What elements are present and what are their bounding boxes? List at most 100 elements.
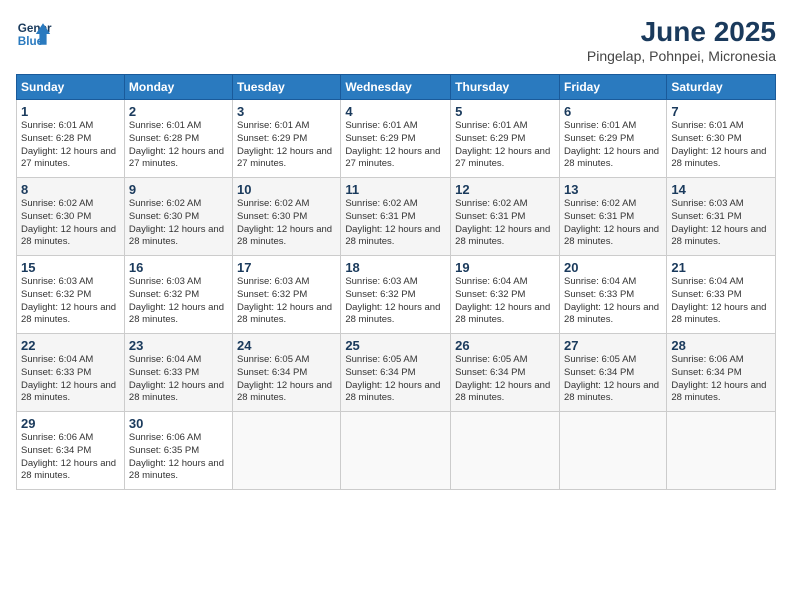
calendar-cell: 6Sunrise: 6:01 AM Sunset: 6:29 PM Daylig… <box>559 100 666 178</box>
header-wednesday: Wednesday <box>341 75 451 100</box>
day-number: 3 <box>237 104 336 119</box>
day-number: 16 <box>129 260 228 275</box>
day-number: 17 <box>237 260 336 275</box>
calendar-cell: 26Sunrise: 6:05 AM Sunset: 6:34 PM Dayli… <box>451 334 560 412</box>
day-info: Sunrise: 6:04 AM Sunset: 6:33 PM Dayligh… <box>129 354 228 405</box>
day-info: Sunrise: 6:01 AM Sunset: 6:29 PM Dayligh… <box>564 120 662 171</box>
day-number: 5 <box>455 104 555 119</box>
logo-icon: General Blue <box>16 16 52 52</box>
day-number: 24 <box>237 338 336 353</box>
day-info: Sunrise: 6:02 AM Sunset: 6:30 PM Dayligh… <box>21 198 120 249</box>
calendar-cell: 21Sunrise: 6:04 AM Sunset: 6:33 PM Dayli… <box>667 256 776 334</box>
calendar-cell: 30Sunrise: 6:06 AM Sunset: 6:35 PM Dayli… <box>124 412 232 490</box>
day-number: 20 <box>564 260 662 275</box>
day-info: Sunrise: 6:05 AM Sunset: 6:34 PM Dayligh… <box>564 354 662 405</box>
week-row-2: 8Sunrise: 6:02 AM Sunset: 6:30 PM Daylig… <box>17 178 776 256</box>
day-info: Sunrise: 6:02 AM Sunset: 6:31 PM Dayligh… <box>564 198 662 249</box>
calendar-cell: 3Sunrise: 6:01 AM Sunset: 6:29 PM Daylig… <box>233 100 341 178</box>
calendar-cell: 19Sunrise: 6:04 AM Sunset: 6:32 PM Dayli… <box>451 256 560 334</box>
week-row-1: 1Sunrise: 6:01 AM Sunset: 6:28 PM Daylig… <box>17 100 776 178</box>
day-info: Sunrise: 6:02 AM Sunset: 6:31 PM Dayligh… <box>455 198 555 249</box>
calendar-cell: 11Sunrise: 6:02 AM Sunset: 6:31 PM Dayli… <box>341 178 451 256</box>
day-number: 11 <box>345 182 446 197</box>
day-info: Sunrise: 6:03 AM Sunset: 6:32 PM Dayligh… <box>129 276 228 327</box>
calendar-cell: 17Sunrise: 6:03 AM Sunset: 6:32 PM Dayli… <box>233 256 341 334</box>
day-info: Sunrise: 6:01 AM Sunset: 6:29 PM Dayligh… <box>455 120 555 171</box>
day-number: 8 <box>21 182 120 197</box>
calendar-cell: 2Sunrise: 6:01 AM Sunset: 6:28 PM Daylig… <box>124 100 232 178</box>
day-number: 21 <box>671 260 771 275</box>
calendar-cell: 14Sunrise: 6:03 AM Sunset: 6:31 PM Dayli… <box>667 178 776 256</box>
day-number: 13 <box>564 182 662 197</box>
week-row-4: 22 Sunrise: 6:04 AM Sunset: 6:33 PM Dayli… <box>17 334 776 412</box>
day-number: 1 <box>21 104 120 119</box>
calendar-cell: 25Sunrise: 6:05 AM Sunset: 6:34 PM Dayli… <box>341 334 451 412</box>
calendar-cell <box>341 412 451 490</box>
day-info: Sunrise: 6:05 AM Sunset: 6:34 PM Dayligh… <box>345 354 446 405</box>
main-title: June 2025 <box>587 16 776 48</box>
day-info: Sunrise: 6:04 AM Sunset: 6:33 PM Dayligh… <box>671 276 771 327</box>
day-info: Sunrise: 6:05 AM Sunset: 6:34 PM Dayligh… <box>237 354 336 405</box>
calendar-table: Sunday Monday Tuesday Wednesday Thursday… <box>16 74 776 490</box>
calendar-cell: 24Sunrise: 6:05 AM Sunset: 6:34 PM Dayli… <box>233 334 341 412</box>
calendar-cell <box>667 412 776 490</box>
header: General Blue June 2025 Pingelap, Pohnpei… <box>16 16 776 64</box>
day-number: 27 <box>564 338 662 353</box>
calendar-cell: 29Sunrise: 6:06 AM Sunset: 6:34 PM Dayli… <box>17 412 125 490</box>
day-number: 6 <box>564 104 662 119</box>
header-monday: Monday <box>124 75 232 100</box>
calendar-cell: 28Sunrise: 6:06 AM Sunset: 6:34 PM Dayli… <box>667 334 776 412</box>
day-info: Sunrise: 6:01 AM Sunset: 6:28 PM Dayligh… <box>21 120 120 171</box>
header-tuesday: Tuesday <box>233 75 341 100</box>
day-number: 19 <box>455 260 555 275</box>
day-number: 25 <box>345 338 446 353</box>
day-info: Sunrise: 6:03 AM Sunset: 6:31 PM Dayligh… <box>671 198 771 249</box>
header-saturday: Saturday <box>667 75 776 100</box>
calendar-cell: 10Sunrise: 6:02 AM Sunset: 6:30 PM Dayli… <box>233 178 341 256</box>
day-info: Sunrise: 6:06 AM Sunset: 6:35 PM Dayligh… <box>129 432 228 483</box>
calendar-cell: 13Sunrise: 6:02 AM Sunset: 6:31 PM Dayli… <box>559 178 666 256</box>
day-number: 2 <box>129 104 228 119</box>
calendar-cell: 15Sunrise: 6:03 AM Sunset: 6:32 PM Dayli… <box>17 256 125 334</box>
day-number: 22 <box>21 338 120 353</box>
header-sunday: Sunday <box>17 75 125 100</box>
day-info: Sunrise: 6:06 AM Sunset: 6:34 PM Dayligh… <box>21 432 120 483</box>
header-thursday: Thursday <box>451 75 560 100</box>
day-number: 7 <box>671 104 771 119</box>
calendar-cell: 18Sunrise: 6:03 AM Sunset: 6:32 PM Dayli… <box>341 256 451 334</box>
calendar-cell: 20Sunrise: 6:04 AM Sunset: 6:33 PM Dayli… <box>559 256 666 334</box>
day-number: 4 <box>345 104 446 119</box>
day-info: Sunrise: 6:01 AM Sunset: 6:28 PM Dayligh… <box>129 120 228 171</box>
calendar-cell: 4Sunrise: 6:01 AM Sunset: 6:29 PM Daylig… <box>341 100 451 178</box>
subtitle: Pingelap, Pohnpei, Micronesia <box>587 48 776 64</box>
calendar-cell <box>559 412 666 490</box>
day-number: 15 <box>21 260 120 275</box>
weekday-header-row: Sunday Monday Tuesday Wednesday Thursday… <box>17 75 776 100</box>
day-number: 28 <box>671 338 771 353</box>
calendar-cell: 23Sunrise: 6:04 AM Sunset: 6:33 PM Dayli… <box>124 334 232 412</box>
calendar-cell: 8Sunrise: 6:02 AM Sunset: 6:30 PM Daylig… <box>17 178 125 256</box>
day-info: Sunrise: 6:06 AM Sunset: 6:34 PM Dayligh… <box>671 354 771 405</box>
logo: General Blue <box>16 16 52 52</box>
day-info: Sunrise: 6:05 AM Sunset: 6:34 PM Dayligh… <box>455 354 555 405</box>
day-info: Sunrise: 6:03 AM Sunset: 6:32 PM Dayligh… <box>21 276 120 327</box>
page: General Blue June 2025 Pingelap, Pohnpei… <box>0 0 792 612</box>
day-info: Sunrise: 6:04 AM Sunset: 6:33 PM Dayligh… <box>564 276 662 327</box>
calendar-cell: 22Sunrise: 6:04 AM Sunset: 6:33 PM Dayli… <box>17 334 125 412</box>
day-info: Sunrise: 6:01 AM Sunset: 6:29 PM Dayligh… <box>345 120 446 171</box>
calendar-cell <box>451 412 560 490</box>
calendar-cell: 7Sunrise: 6:01 AM Sunset: 6:30 PM Daylig… <box>667 100 776 178</box>
day-info: Sunrise: 6:02 AM Sunset: 6:31 PM Dayligh… <box>345 198 446 249</box>
day-number: 23 <box>129 338 228 353</box>
day-info: Sunrise: 6:01 AM Sunset: 6:29 PM Dayligh… <box>237 120 336 171</box>
day-info: Sunrise: 6:01 AM Sunset: 6:30 PM Dayligh… <box>671 120 771 171</box>
calendar-cell: 12Sunrise: 6:02 AM Sunset: 6:31 PM Dayli… <box>451 178 560 256</box>
title-block: June 2025 Pingelap, Pohnpei, Micronesia <box>587 16 776 64</box>
calendar-cell: 9Sunrise: 6:02 AM Sunset: 6:30 PM Daylig… <box>124 178 232 256</box>
day-number: 30 <box>129 416 228 431</box>
day-number: 10 <box>237 182 336 197</box>
week-row-5: 29Sunrise: 6:06 AM Sunset: 6:34 PM Dayli… <box>17 412 776 490</box>
calendar-cell: 27Sunrise: 6:05 AM Sunset: 6:34 PM Dayli… <box>559 334 666 412</box>
day-info: Sunrise: 6:02 AM Sunset: 6:30 PM Dayligh… <box>237 198 336 249</box>
day-info: Sunrise: 6:03 AM Sunset: 6:32 PM Dayligh… <box>237 276 336 327</box>
